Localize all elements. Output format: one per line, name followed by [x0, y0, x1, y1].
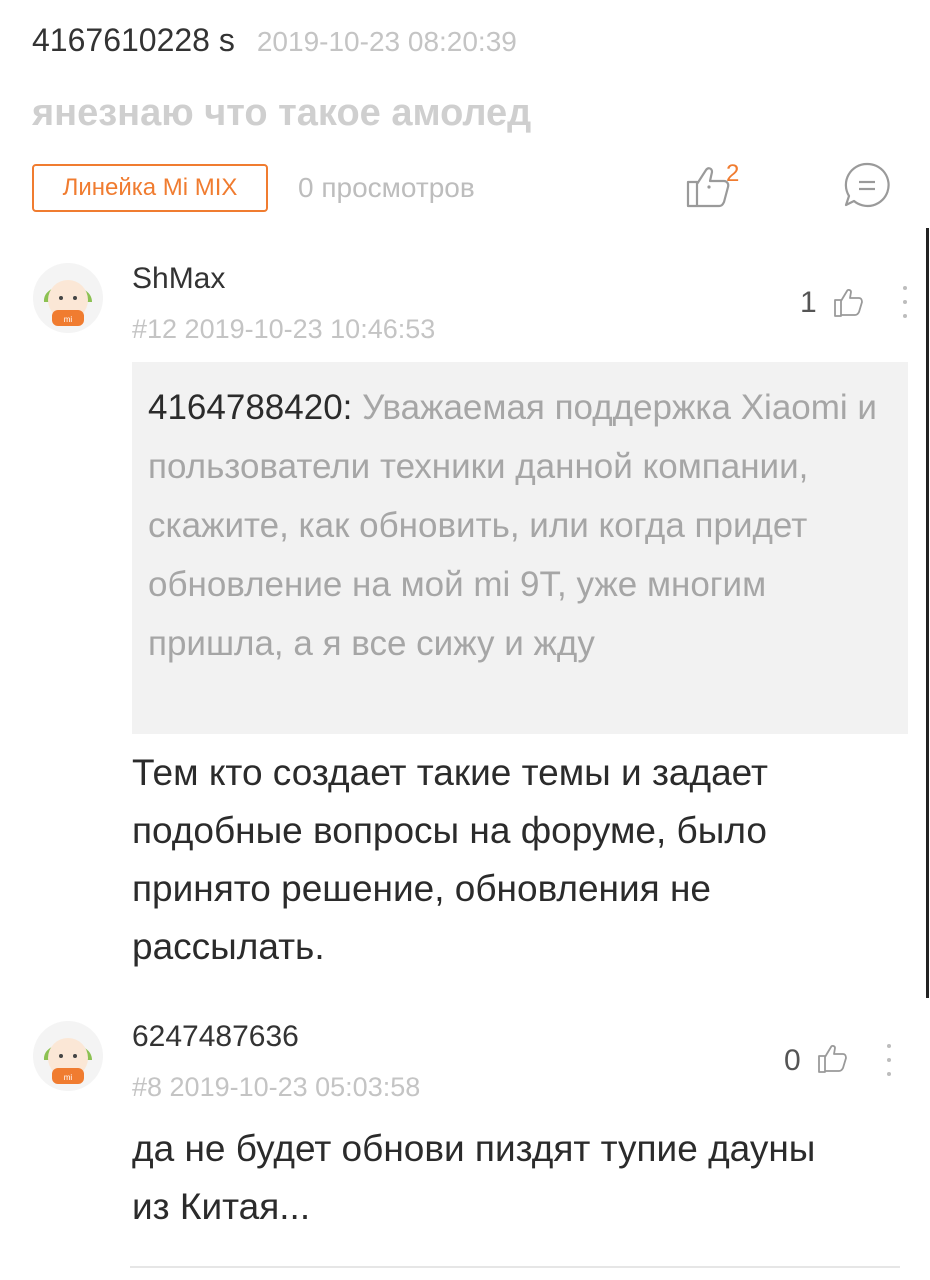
quote-author[interactable]: 4164788420:	[148, 388, 352, 427]
comment-text: Тем кто создает такие темы и задает подо…	[132, 752, 768, 967]
thumbs-up-icon[interactable]	[832, 284, 864, 320]
comment-likes-count: 1	[800, 286, 817, 319]
scrollbar[interactable]	[926, 228, 929, 998]
forum-tag-button[interactable]: Линейка Mi MIX	[32, 164, 268, 212]
comment-icon[interactable]	[842, 160, 892, 210]
post-author-line: 4167610228 s 2019-10-23 08:20:39	[32, 22, 517, 59]
quoted-message: 4164788420: Уважаемая поддержка Xiaomi и…	[132, 362, 908, 734]
more-vertical-icon[interactable]	[884, 1044, 894, 1080]
svg-text:mi: mi	[64, 1073, 73, 1082]
post-date: 2019-10-23 08:20:39	[256, 26, 517, 57]
comment-author-name[interactable]: ShMax	[132, 262, 225, 296]
post-author-id[interactable]: 4167610228 s	[32, 22, 235, 58]
post-title[interactable]: янезнаю что такое амолед	[32, 92, 531, 135]
comment-meta: #12 2019-10-23 10:46:53	[132, 314, 436, 344]
quote-text: Уважаемая поддержка Xiaomi и пользовател…	[148, 388, 877, 663]
comment-likes-count: 0	[784, 1044, 801, 1077]
svg-text:mi: mi	[64, 315, 73, 324]
comment-meta: #8 2019-10-23 05:03:58	[132, 1072, 421, 1102]
post-likes-count: 2	[726, 160, 740, 187]
divider	[130, 1266, 900, 1268]
comment-text: да не будет обнови пиздят тупие дауны из…	[132, 1128, 816, 1227]
comment-author-name[interactable]: 6247487636	[132, 1020, 299, 1054]
avatar-mi-bunny-icon[interactable]: mi	[32, 262, 104, 334]
thumbs-up-icon[interactable]	[816, 1040, 848, 1076]
views-count: 0 просмотров	[298, 172, 475, 203]
more-vertical-icon[interactable]	[900, 286, 910, 322]
avatar-mi-bunny-icon[interactable]: mi	[32, 1020, 104, 1092]
